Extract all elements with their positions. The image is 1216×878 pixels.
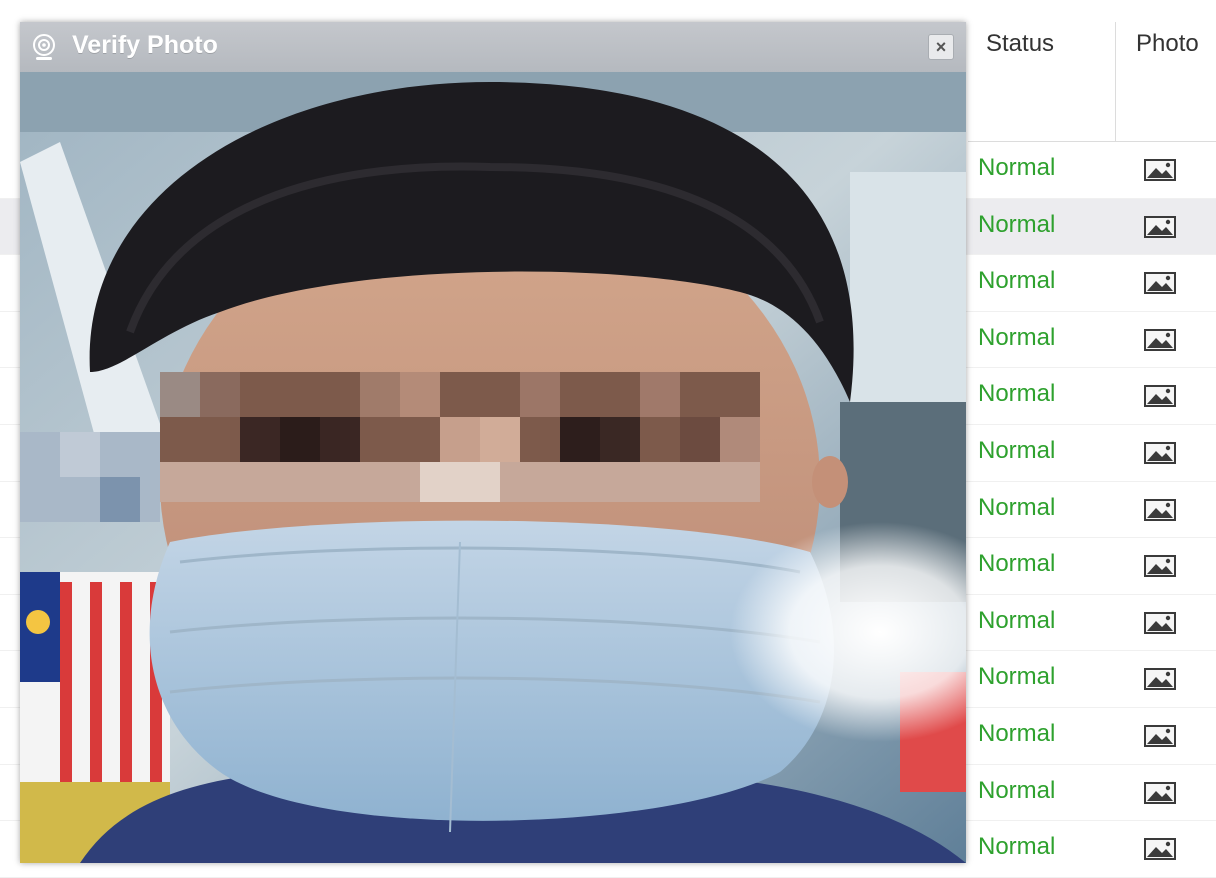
image-icon[interactable] [1144, 272, 1176, 295]
dialog-titlebar[interactable]: Verify Photo × [20, 22, 966, 72]
verification-photo [20, 72, 966, 863]
verify-photo-dialog: Verify Photo × [20, 22, 966, 863]
column-header-photo[interactable]: Photo [1116, 22, 1216, 142]
image-icon[interactable] [1144, 555, 1176, 578]
image-icon[interactable] [1144, 838, 1176, 861]
image-icon[interactable] [1144, 611, 1176, 634]
status-cell: Normal [978, 719, 1056, 747]
dialog-title: Verify Photo [72, 31, 218, 59]
image-icon[interactable] [1144, 159, 1176, 181]
status-cell: Normal [978, 267, 1056, 295]
status-cell: Normal [978, 436, 1056, 464]
camera-icon [33, 34, 55, 60]
status-cell: Normal [978, 380, 1056, 408]
close-icon: × [935, 37, 947, 57]
image-icon[interactable] [1144, 498, 1176, 521]
image-icon[interactable] [1144, 724, 1176, 747]
status-cell: Normal [978, 663, 1056, 691]
image-icon[interactable] [1144, 441, 1176, 464]
image-icon[interactable] [1144, 328, 1176, 351]
column-header-status[interactable]: Status [968, 22, 1116, 142]
status-cell: Normal [978, 323, 1056, 351]
image-icon[interactable] [1144, 781, 1176, 804]
status-cell: Normal [978, 606, 1056, 634]
image-icon[interactable] [1144, 668, 1176, 691]
status-cell: Normal [978, 154, 1056, 181]
status-cell: Normal [978, 776, 1056, 804]
image-icon[interactable] [1144, 215, 1176, 238]
status-cell: Normal [978, 550, 1056, 578]
status-cell: Normal [978, 210, 1056, 238]
close-button[interactable]: × [928, 34, 954, 60]
image-icon[interactable] [1144, 385, 1176, 408]
status-cell: Normal [978, 833, 1056, 861]
status-cell: Normal [978, 493, 1056, 521]
